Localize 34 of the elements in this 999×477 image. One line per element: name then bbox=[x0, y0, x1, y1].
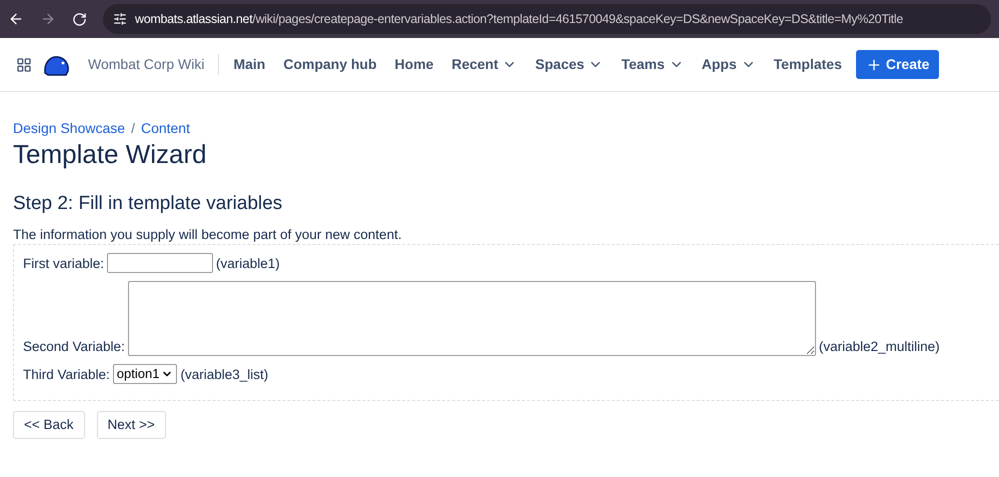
reload-icon[interactable] bbox=[72, 12, 87, 26]
breadcrumb-separator: / bbox=[131, 119, 135, 138]
app-switcher-icon[interactable] bbox=[16, 56, 32, 72]
nav-link[interactable]: Company hub bbox=[275, 48, 385, 80]
nav-dropdown[interactable]: Teams bbox=[613, 48, 692, 80]
site-name[interactable]: Wombat Corp Wiki bbox=[88, 54, 220, 75]
nav-dropdown[interactable]: Recent bbox=[444, 48, 526, 80]
back-icon[interactable] bbox=[8, 11, 24, 27]
text-input-field[interactable] bbox=[107, 253, 214, 273]
nav-dropdown[interactable]: Spaces bbox=[527, 48, 612, 80]
plus-icon bbox=[866, 56, 882, 72]
breadcrumb-link[interactable]: Design Showcase bbox=[13, 118, 126, 139]
variable-label: Second Variable: bbox=[23, 338, 125, 356]
select-dropdown[interactable]: option1 bbox=[112, 364, 178, 384]
step-heading: Step 2: Fill in template variables bbox=[13, 192, 284, 216]
breadcrumb-link[interactable]: Content bbox=[140, 118, 190, 139]
page-title: Template Wizard bbox=[13, 139, 208, 169]
variable-label: First variable: bbox=[23, 255, 104, 273]
address-bar[interactable]: wombats.atlassian.net/wiki/pages/createpage-entervariables.action?templateId=461570049&spaceKey=DS&newSpaceKey=DS&title=My%20Title bbox=[103, 4, 991, 34]
create-button[interactable]: Create bbox=[856, 50, 940, 79]
nav-link[interactable]: Templates bbox=[766, 48, 850, 80]
nav-link[interactable]: Home bbox=[386, 48, 442, 80]
wizard-button[interactable]: << Back bbox=[13, 411, 85, 439]
variable-name: (variable3_list) bbox=[180, 366, 268, 384]
wizard-button[interactable]: Next >> bbox=[96, 411, 166, 439]
intro-text: The information you supply will become part of your new content. bbox=[13, 226, 403, 244]
variable-name: (variable1) bbox=[216, 255, 280, 273]
url-text: wombats.atlassian.net/wiki/pages/createpage-entervariables.action?templateId=461570049&spaceKey=DS&newSpaceKey=DS&title=My%20Title bbox=[135, 10, 903, 28]
variable-name: (variable2_multiline) bbox=[818, 338, 940, 356]
nav-dropdown[interactable]: Apps bbox=[694, 48, 764, 80]
multiline-text-field[interactable] bbox=[128, 281, 816, 356]
site-settings-icon[interactable] bbox=[113, 12, 127, 26]
variable-label: Third Variable: bbox=[23, 366, 110, 384]
nav-link[interactable]: Main bbox=[225, 48, 274, 80]
